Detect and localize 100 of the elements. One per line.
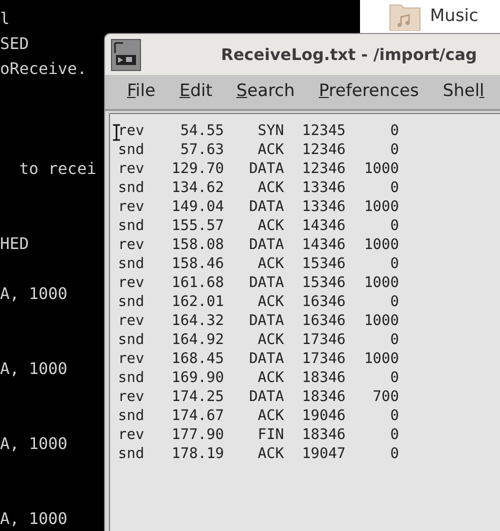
log-cell-text: DATA <box>248 312 284 331</box>
log-cell-text: ACK <box>256 407 284 426</box>
log-cell-text: snd <box>118 293 146 312</box>
log-cell-text: 57.63 <box>179 141 224 160</box>
log-cell-text: 158.46 <box>170 255 224 274</box>
menu-item[interactable]: Shell <box>442 79 484 105</box>
log-cell-text: 1000 <box>363 274 399 293</box>
log-cell-text: ACK <box>256 217 284 236</box>
log-cell-text: 14346 <box>301 236 346 255</box>
log-cell-text: rev <box>118 122 146 141</box>
menu-item[interactable]: File <box>127 79 156 105</box>
log-cell-text: DATA <box>248 274 284 293</box>
log-cell-text: 700 <box>372 388 399 407</box>
terminal-line: SED <box>0 33 29 55</box>
log-cell-text: DATA <box>248 198 284 217</box>
log-cell-text: rev <box>118 312 146 331</box>
log-cell-text: 15346 <box>301 274 346 293</box>
log-cell-text: 15346 <box>301 255 346 274</box>
folder-icon[interactable] <box>388 2 422 30</box>
log-cell-text: ACK <box>256 369 284 388</box>
log-cell-text: rev <box>118 350 146 369</box>
log-cell-text: rev <box>118 274 146 293</box>
log-cell-text: 17346 <box>301 350 346 369</box>
log-cell-text: snd <box>118 217 146 236</box>
log-cell-text: 177.90 <box>170 426 224 445</box>
log-cell-text: 0 <box>389 331 399 350</box>
log-cell-text: 12346 <box>301 141 346 160</box>
folder-label[interactable]: Music <box>430 4 478 30</box>
log-cell-text: FIN <box>256 426 284 445</box>
log-cell-text: snd <box>118 445 146 464</box>
log-cell-text: 134.62 <box>170 179 224 198</box>
terminal-line: to recei <box>18 158 96 180</box>
log-cell-text: 0 <box>389 293 399 312</box>
log-cell-text: snd <box>118 179 146 198</box>
log-cell-text: 155.57 <box>170 217 224 236</box>
log-cell-text: ACK <box>256 179 284 198</box>
log-cell-text: snd <box>118 407 146 426</box>
log-cell-text: 149.04 <box>170 198 224 217</box>
terminal-line: A, 1000 <box>0 358 68 380</box>
log-cell-text: DATA <box>248 160 284 179</box>
log-cell-text: 54.55 <box>179 122 224 141</box>
log-cell-text: 1000 <box>363 236 399 255</box>
log-cell-text: 0 <box>389 426 399 445</box>
log-cell-text: SYN <box>256 122 284 141</box>
terminal-line: oReceive. <box>0 58 87 80</box>
log-cell-text: 0 <box>389 255 399 274</box>
log-cell-text: 13346 <box>301 179 346 198</box>
menu-item[interactable]: Search <box>236 79 295 105</box>
menu-item[interactable]: Edit <box>179 79 212 105</box>
log-cell-text: snd <box>118 141 146 160</box>
log-cell-text: rev <box>118 388 146 407</box>
log-cell-text: 1000 <box>363 160 399 179</box>
log-cell-text: 18346 <box>301 388 346 407</box>
log-cell-text: 164.92 <box>170 331 224 350</box>
log-cell-text: 1000 <box>363 350 399 369</box>
window-title: ReceiveLog.txt - /import/cag <box>221 44 477 66</box>
terminal-line: A, 1000 <box>0 508 68 530</box>
log-cell-text: 16346 <box>301 293 346 312</box>
log-cell-text: ACK <box>256 293 284 312</box>
text-area[interactable] <box>109 113 500 531</box>
log-cell-text: 0 <box>389 217 399 236</box>
log-cell-text: 1000 <box>363 312 399 331</box>
log-cell-text: 162.01 <box>170 293 224 312</box>
log-cell-text: 0 <box>389 407 399 426</box>
log-cell-text: 0 <box>389 369 399 388</box>
log-cell-text: 129.70 <box>170 160 224 179</box>
log-cell-text: 0 <box>389 445 399 464</box>
log-cell-text: DATA <box>248 236 284 255</box>
terminal-line: l <box>0 8 10 30</box>
log-cell-text: 13346 <box>301 198 346 217</box>
log-cell-text: ACK <box>256 255 284 274</box>
log-cell-text: 14346 <box>301 217 346 236</box>
log-cell-text: ACK <box>256 141 284 160</box>
log-cell-text: 16346 <box>301 312 346 331</box>
log-cell-text: 19047 <box>301 445 346 464</box>
log-cell-text: rev <box>118 160 146 179</box>
log-cell-text: 174.67 <box>170 407 224 426</box>
log-cell-text: ACK <box>256 445 284 464</box>
text-cursor-icon <box>113 124 120 141</box>
log-cell-text: 169.90 <box>170 369 224 388</box>
log-cell-text: rev <box>118 426 146 445</box>
terminal-line: A, 1000 <box>0 433 68 455</box>
log-cell-text: DATA <box>248 388 284 407</box>
log-cell-text: 0 <box>389 179 399 198</box>
log-cell-text: 1000 <box>363 198 399 217</box>
log-cell-text: 178.19 <box>170 445 224 464</box>
terminal-line: A, 1000 <box>0 283 68 305</box>
log-cell-text: snd <box>118 255 146 274</box>
log-cell-text: 17346 <box>301 331 346 350</box>
log-cell-text: snd <box>118 331 146 350</box>
menu-item[interactable]: Preferences <box>318 79 419 105</box>
log-cell-text: 168.45 <box>170 350 224 369</box>
app-icon[interactable] <box>111 38 141 70</box>
log-cell-text: 0 <box>389 122 399 141</box>
log-cell-text: snd <box>118 369 146 388</box>
log-cell-text: rev <box>118 198 146 217</box>
log-cell-text: 158.08 <box>170 236 224 255</box>
log-cell-text: 12346 <box>301 160 346 179</box>
log-cell-text: 174.25 <box>170 388 224 407</box>
log-cell-text: 18346 <box>301 369 346 388</box>
